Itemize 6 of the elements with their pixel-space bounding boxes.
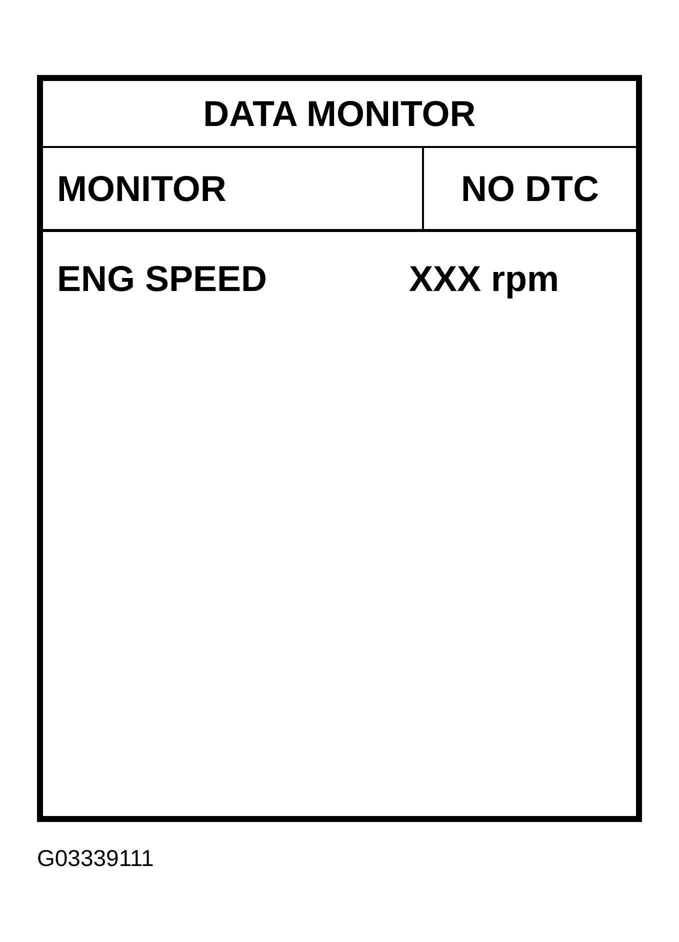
mode-label: MONITOR [57, 170, 226, 206]
parameter-name: ENG SPEED [57, 261, 268, 297]
status-label: NO DTC [461, 170, 599, 206]
parameter-value: XXX rpm [409, 261, 560, 297]
monitor-title: DATA MONITOR [203, 96, 476, 132]
figure-code: G03339111 [37, 845, 154, 871]
